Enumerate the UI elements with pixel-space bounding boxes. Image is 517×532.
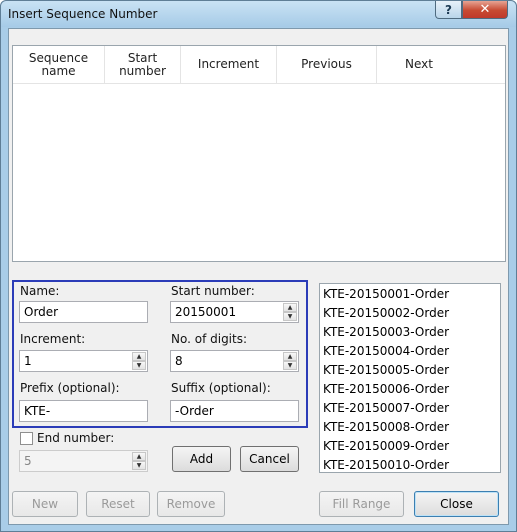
suffix-label: Suffix (optional): bbox=[171, 381, 271, 395]
end-number-up-icon[interactable]: ▲ bbox=[132, 452, 146, 461]
column-header-next[interactable]: Next bbox=[377, 46, 461, 83]
list-item: KTE-20150002-Order bbox=[323, 306, 450, 320]
end-number-value: 5 bbox=[24, 454, 32, 468]
digits-input[interactable]: 8 ▲ ▼ bbox=[170, 350, 299, 372]
increment-up-icon[interactable]: ▲ bbox=[132, 352, 146, 361]
cancel-button[interactable]: Cancel bbox=[240, 446, 299, 472]
close-icon: ✕ bbox=[479, 2, 491, 17]
preview-list[interactable]: KTE-20150001-Order KTE-20150002-Order KT… bbox=[319, 283, 501, 473]
suffix-value: -Order bbox=[175, 404, 214, 418]
list-item: KTE-20150008-Order bbox=[323, 420, 450, 434]
list-item: KTE-20150006-Order bbox=[323, 382, 450, 396]
remove-button[interactable]: Remove bbox=[157, 491, 225, 517]
increment-label: Increment: bbox=[20, 332, 86, 346]
column-header-sequence-name[interactable]: Sequence name bbox=[13, 46, 105, 83]
end-number-input[interactable]: 5 ▲ ▼ bbox=[19, 450, 148, 472]
prefix-input[interactable]: KTE- bbox=[19, 400, 148, 422]
end-number-checkbox[interactable] bbox=[20, 432, 33, 445]
digits-label: No. of digits: bbox=[171, 332, 248, 346]
column-header-previous[interactable]: Previous bbox=[277, 46, 377, 83]
new-button[interactable]: New bbox=[12, 491, 78, 517]
list-item: KTE-20150005-Order bbox=[323, 363, 450, 377]
window-title: Insert Sequence Number bbox=[8, 7, 158, 21]
add-button[interactable]: Add bbox=[172, 446, 231, 472]
start-number-input[interactable]: 20150001 ▲ ▼ bbox=[170, 301, 299, 323]
column-header-increment[interactable]: Increment bbox=[181, 46, 277, 83]
list-item: KTE-20150009-Order bbox=[323, 439, 450, 453]
name-label: Name: bbox=[20, 284, 60, 298]
close-button[interactable]: Close bbox=[414, 491, 499, 517]
start-number-down-icon[interactable]: ▼ bbox=[283, 312, 297, 321]
dialog-body: Sequence name Start number Increment Pre… bbox=[8, 28, 509, 525]
title-bar[interactable]: Insert Sequence Number ? ✕ bbox=[1, 1, 516, 27]
digits-spinner: ▲ ▼ bbox=[283, 352, 297, 370]
help-button[interactable]: ? bbox=[435, 1, 462, 19]
digits-value: 8 bbox=[175, 354, 183, 368]
list-item: KTE-20150003-Order bbox=[323, 325, 450, 339]
end-number-down-icon[interactable]: ▼ bbox=[132, 461, 146, 470]
name-input[interactable]: Order bbox=[19, 301, 148, 323]
reset-button[interactable]: Reset bbox=[86, 491, 150, 517]
increment-down-icon[interactable]: ▼ bbox=[132, 361, 146, 370]
fill-range-button[interactable]: Fill Range bbox=[319, 491, 404, 517]
end-number-label: End number: bbox=[37, 431, 115, 445]
prefix-value: KTE- bbox=[24, 404, 51, 418]
list-item: KTE-20150007-Order bbox=[323, 401, 450, 415]
prefix-label: Prefix (optional): bbox=[20, 381, 120, 395]
suffix-input[interactable]: -Order bbox=[170, 400, 299, 422]
dialog-window: Insert Sequence Number ? ✕ Sequence name… bbox=[0, 0, 517, 532]
help-icon: ? bbox=[445, 2, 452, 17]
digits-up-icon[interactable]: ▲ bbox=[283, 352, 297, 361]
close-window-button[interactable]: ✕ bbox=[462, 1, 508, 19]
increment-value: 1 bbox=[24, 354, 32, 368]
start-number-up-icon[interactable]: ▲ bbox=[283, 303, 297, 312]
table-header: Sequence name Start number Increment Pre… bbox=[13, 46, 505, 84]
list-item: KTE-20150001-Order bbox=[323, 287, 450, 301]
digits-down-icon[interactable]: ▼ bbox=[283, 361, 297, 370]
end-number-spinner: ▲ ▼ bbox=[132, 452, 146, 470]
start-number-label: Start number: bbox=[171, 284, 255, 298]
name-input-value: Order bbox=[24, 305, 59, 319]
sequence-table[interactable]: Sequence name Start number Increment Pre… bbox=[12, 45, 506, 262]
increment-spinner: ▲ ▼ bbox=[132, 352, 146, 370]
start-number-spinner: ▲ ▼ bbox=[283, 303, 297, 321]
list-item: KTE-20150010-Order bbox=[323, 458, 450, 472]
column-header-start-number[interactable]: Start number bbox=[105, 46, 181, 83]
start-number-value: 20150001 bbox=[175, 305, 237, 319]
list-item: KTE-20150004-Order bbox=[323, 344, 450, 358]
increment-input[interactable]: 1 ▲ ▼ bbox=[19, 350, 148, 372]
